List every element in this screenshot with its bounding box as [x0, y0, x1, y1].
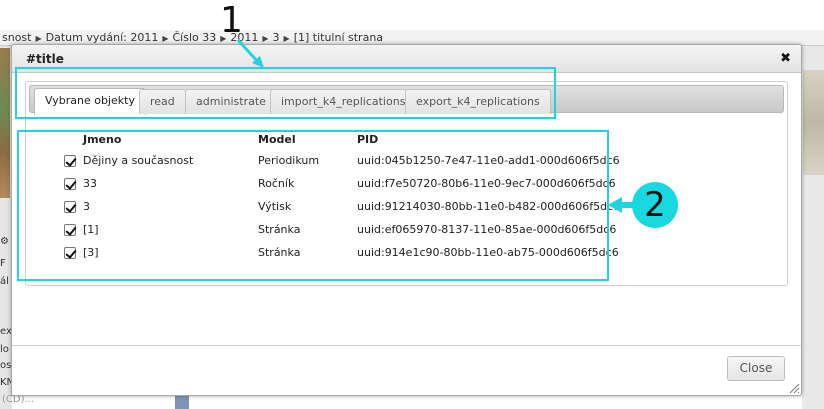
tab-vybrane-objekty[interactable]: Vybrane objekty — [34, 88, 146, 115]
row-checkbox[interactable] — [64, 178, 76, 190]
annotation-label-1: 1 — [220, 0, 243, 41]
column-header-pid: PID — [357, 133, 379, 146]
row-checkbox[interactable] — [64, 224, 76, 236]
breadcrumb-item[interactable]: 3 — [273, 31, 280, 44]
tab-strip: Vybrane objekty read administrate import… — [29, 85, 784, 115]
page-thumbnail[interactable] — [0, 48, 10, 198]
row-model: Výtisk — [258, 200, 292, 213]
dialog-footer-divider — [12, 345, 801, 346]
dialog-title: #title — [26, 52, 64, 66]
breadcrumb-item[interactable]: Číslo 33 — [172, 31, 216, 44]
row-name: [1] — [83, 223, 99, 236]
row-model: Periodikum — [258, 154, 320, 167]
row-name: 33 — [83, 177, 97, 190]
column-header-model: Model — [258, 133, 296, 146]
annotation-arrow-icon — [236, 38, 264, 68]
breadcrumb-item[interactable]: Datum vydání: 2011 — [46, 31, 159, 44]
row-pid: uuid:045b1250-7e47-11e0-add1-000d606f5dc… — [357, 154, 620, 167]
close-button[interactable]: Close — [727, 356, 785, 381]
row-model: Ročník — [258, 177, 295, 190]
tab-import-k4-replications[interactable]: import_k4_replications — [270, 89, 417, 114]
resize-grip-icon[interactable] — [788, 382, 800, 394]
row-model: Stránka — [258, 246, 301, 259]
row-name: 3 — [83, 200, 90, 213]
row-pid: uuid:ef065970-8137-11e0-85ae-000d606f5dc… — [357, 223, 617, 236]
row-pid: uuid:f7e50720-80b6-11e0-9ec7-000d606f5dc… — [357, 177, 616, 190]
row-name: Dějiny a současnost — [83, 154, 194, 167]
table-row: [1] Stránka uuid:ef065970-8137-11e0-85ae… — [12, 223, 802, 245]
column-header-name: Jmeno — [83, 133, 122, 146]
row-pid: uuid:91214030-80bb-11e0-b482-000d606f5dc… — [357, 200, 621, 213]
breadcrumb-item[interactable]: [1] titulní strana — [294, 31, 383, 44]
close-icon[interactable]: ✖ — [780, 51, 791, 66]
tab-read[interactable]: read — [139, 89, 186, 114]
annotation-label-2: 2 — [632, 182, 678, 228]
page-preview — [803, 70, 824, 175]
table-row: [3] Stránka uuid:914e1c90-80bb-11e0-ab75… — [12, 246, 802, 268]
table-row: 33 Ročník uuid:f7e50720-80b6-11e0-9ec7-0… — [12, 177, 802, 199]
row-checkbox[interactable] — [64, 247, 76, 259]
row-name: [3] — [83, 246, 99, 259]
dialog-header[interactable]: #title ✖ — [12, 45, 801, 73]
breadcrumb-item[interactable]: snost — [2, 31, 31, 44]
bottom-scroll-bar[interactable] — [175, 396, 189, 409]
row-pid: uuid:914e1c90-80bb-11e0-ab75-000d606f5dc… — [357, 246, 619, 259]
tab-administrate[interactable]: administrate — [185, 89, 277, 114]
row-model: Stránka — [258, 223, 301, 236]
row-checkbox[interactable] — [64, 201, 76, 213]
row-checkbox[interactable] — [64, 155, 76, 167]
tab-export-k4-replications[interactable]: export_k4_replications — [405, 89, 551, 114]
table-row: Dějiny a současnost Periodikum uuid:045b… — [12, 154, 802, 176]
table-row: 3 Výtisk uuid:91214030-80bb-11e0-b482-00… — [12, 200, 802, 222]
dialog: #title ✖ Vybrane objekty read administra… — [11, 44, 802, 396]
